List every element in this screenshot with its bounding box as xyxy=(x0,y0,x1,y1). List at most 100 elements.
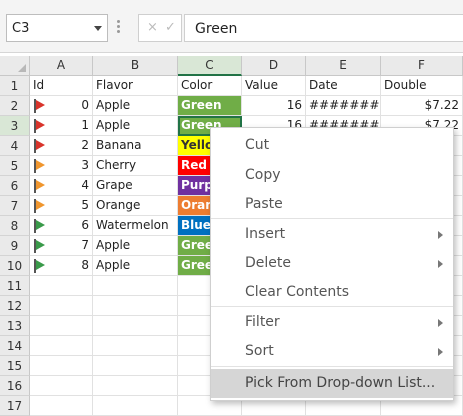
menu-item-pick-from-drop-down-list[interactable]: Pick From Drop-down List... xyxy=(211,369,453,398)
header-cell-b[interactable]: Flavor xyxy=(93,76,178,96)
id-cell[interactable]: 0 xyxy=(30,96,93,116)
row-header-15[interactable]: 15 xyxy=(0,356,30,376)
menu-item-filter[interactable]: Filter xyxy=(211,308,453,337)
menu-item-label: Copy xyxy=(245,167,281,183)
flavor-cell[interactable]: Cherry xyxy=(93,156,178,176)
confirm-icon[interactable]: ✓ xyxy=(165,20,176,35)
id-value: 6 xyxy=(81,218,89,232)
flavor-cell[interactable]: Apple xyxy=(93,116,178,136)
id-value: 2 xyxy=(81,138,89,152)
row-header-11[interactable]: 11 xyxy=(0,276,30,296)
chevron-right-icon xyxy=(438,231,443,239)
select-all-corner[interactable] xyxy=(0,56,30,76)
flavor-cell[interactable]: Grape xyxy=(93,176,178,196)
header-cell-f[interactable]: Double xyxy=(381,76,463,96)
flavor-cell[interactable]: Banana xyxy=(93,136,178,156)
menu-item-copy[interactable]: Copy xyxy=(211,161,453,190)
flavor-cell[interactable]: Apple xyxy=(93,236,178,256)
grid-cell[interactable] xyxy=(30,296,93,316)
formula-value: Green xyxy=(195,21,238,37)
flag-icon xyxy=(34,219,46,233)
column-header-d[interactable]: D xyxy=(242,56,306,76)
row-header-5[interactable]: 5 xyxy=(0,156,30,176)
grid-cell[interactable] xyxy=(30,376,93,396)
row-header-1[interactable]: 1 xyxy=(0,76,30,96)
menu-item-cut[interactable]: Cut xyxy=(211,131,453,160)
grid-cell[interactable] xyxy=(30,276,93,296)
grid-cell[interactable] xyxy=(93,336,178,356)
row-header-2[interactable]: 2 xyxy=(0,96,30,116)
menu-item-label: Clear Contents xyxy=(245,284,350,300)
row-header-12[interactable]: 12 xyxy=(0,296,30,316)
menu-item-label: Insert xyxy=(245,226,286,242)
flavor-cell[interactable]: Apple xyxy=(93,256,178,276)
grid-cell[interactable] xyxy=(93,276,178,296)
grid-cell[interactable] xyxy=(30,316,93,336)
name-box-value: C3 xyxy=(12,21,30,36)
column-header-c[interactable]: C xyxy=(178,56,242,76)
menu-item-insert[interactable]: Insert xyxy=(211,220,453,249)
grid-cell[interactable] xyxy=(93,356,178,376)
menu-item-label: Delete xyxy=(245,255,291,271)
grid-cell[interactable] xyxy=(30,396,93,416)
id-cell[interactable]: 3 xyxy=(30,156,93,176)
formula-bar: C3 × ✓ Green xyxy=(0,0,463,53)
formula-input[interactable]: Green xyxy=(184,14,463,42)
formula-buttons: × ✓ xyxy=(138,14,182,42)
date-cell[interactable]: ########## xyxy=(306,96,381,116)
column-header-e[interactable]: E xyxy=(306,56,381,76)
flavor-cell[interactable]: Orange xyxy=(93,196,178,216)
flag-icon xyxy=(34,139,46,153)
grid-cell[interactable] xyxy=(93,296,178,316)
grid-cell[interactable] xyxy=(93,396,178,416)
flavor-cell[interactable]: Watermelon xyxy=(93,216,178,236)
grid-cell[interactable] xyxy=(30,356,93,376)
row-header-3[interactable]: 3 xyxy=(0,116,30,136)
grid-cell[interactable] xyxy=(93,316,178,336)
menu-item-label: Sort xyxy=(245,343,274,359)
row-header-4[interactable]: 4 xyxy=(0,136,30,156)
row-header-6[interactable]: 6 xyxy=(0,176,30,196)
id-cell[interactable]: 8 xyxy=(30,256,93,276)
id-cell[interactable]: 6 xyxy=(30,216,93,236)
column-header-a[interactable]: A xyxy=(30,56,93,76)
grid-cell[interactable] xyxy=(93,376,178,396)
row-header-7[interactable]: 7 xyxy=(0,196,30,216)
row-header-17[interactable]: 17 xyxy=(0,396,30,416)
menu-item-clear-contents[interactable]: Clear Contents xyxy=(211,278,453,307)
row-header-8[interactable]: 8 xyxy=(0,216,30,236)
flag-icon xyxy=(34,259,46,273)
column-header-f[interactable]: F xyxy=(381,56,463,76)
header-cell-e[interactable]: Date xyxy=(306,76,381,96)
double-cell[interactable]: $7.22 xyxy=(381,96,463,116)
row-header-13[interactable]: 13 xyxy=(0,316,30,336)
row-header-9[interactable]: 9 xyxy=(0,236,30,256)
value-cell[interactable]: 16 xyxy=(242,96,306,116)
id-cell[interactable]: 7 xyxy=(30,236,93,256)
id-cell[interactable]: 5 xyxy=(30,196,93,216)
grid-cell[interactable] xyxy=(30,336,93,356)
context-menu: Cut Copy Paste Insert Delete Clear Contents Fi… xyxy=(210,127,454,401)
header-cell-a[interactable]: Id xyxy=(30,76,93,96)
id-value: 7 xyxy=(81,238,89,252)
row-header-10[interactable]: 10 xyxy=(0,256,30,276)
id-cell[interactable]: 2 xyxy=(30,136,93,156)
chevron-right-icon xyxy=(438,348,443,356)
menu-item-paste[interactable]: Paste xyxy=(211,190,453,219)
menu-item-delete[interactable]: Delete xyxy=(211,249,453,278)
menu-item-sort[interactable]: Sort xyxy=(211,337,453,366)
id-cell[interactable]: 4 xyxy=(30,176,93,196)
id-cell[interactable]: 1 xyxy=(30,116,93,136)
color-cell[interactable]: Green xyxy=(178,96,242,116)
flavor-cell[interactable]: Apple xyxy=(93,96,178,116)
row-header-16[interactable]: 16 xyxy=(0,376,30,396)
chevron-down-icon[interactable] xyxy=(94,26,102,31)
flag-icon xyxy=(34,159,46,173)
row-header-14[interactable]: 14 xyxy=(0,336,30,356)
header-cell-c[interactable]: Color xyxy=(178,76,242,96)
header-cell-d[interactable]: Value xyxy=(242,76,306,96)
menu-item-label: Filter xyxy=(245,314,280,330)
name-box[interactable]: C3 xyxy=(6,14,108,42)
cancel-icon[interactable]: × xyxy=(147,20,158,35)
column-header-b[interactable]: B xyxy=(93,56,178,76)
